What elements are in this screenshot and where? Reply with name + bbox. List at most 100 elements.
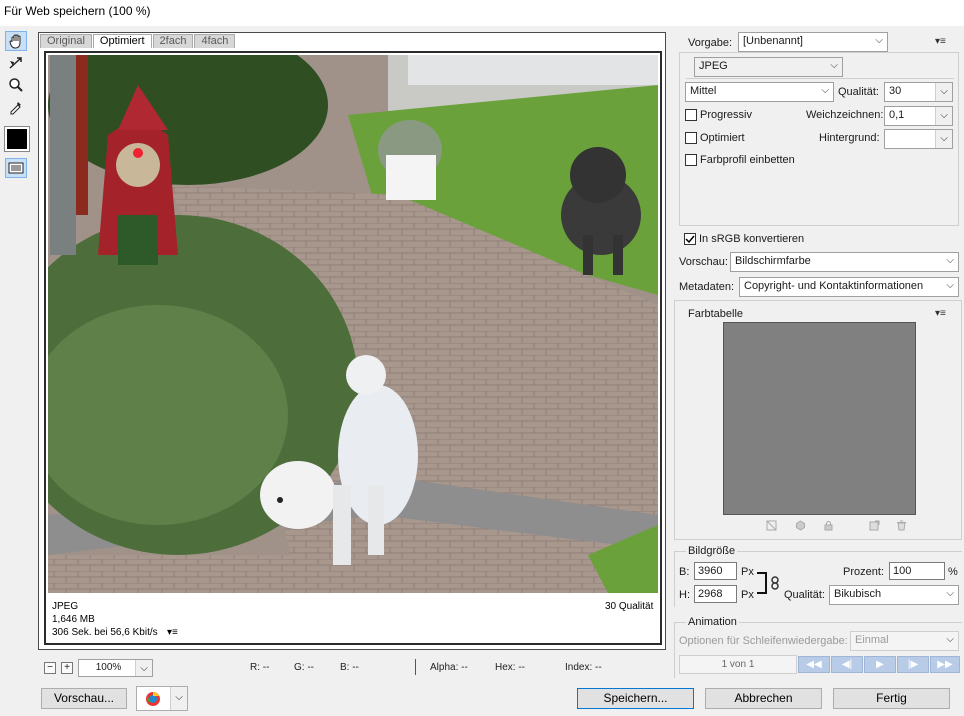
browser-select[interactable]: ⌵ [136,686,188,711]
tab-original[interactable]: Original [40,34,92,48]
done-button[interactable]: Fertig [833,688,950,709]
chevron-down-icon: ⌵ [935,83,952,101]
chevron-down-icon: ⌵ [946,280,954,291]
zoom-out-button[interactable]: − [44,662,56,674]
zoom-tool-icon[interactable] [5,75,27,95]
preview-file-size: 1,646 MB [52,614,95,625]
tab-optimized[interactable]: Optimiert [92,34,152,48]
blur-value: 0,1 [889,109,905,121]
browser-icon [145,691,161,710]
preview-download-time: 306 Sek. bei 56,6 Kbit/s [52,627,158,638]
blur-combo[interactable]: 0,1 ⌵ [884,106,953,126]
preview-image[interactable] [48,55,658,593]
color-table-title: Farbtabelle [688,308,744,320]
chevron-down-icon: ⌵ [821,85,829,96]
embed-profile-label: Farbprofil einbetten [700,154,795,166]
readout-hex: Hex: -- [495,662,525,673]
percent-unit: % [948,566,958,578]
matte-label: Hintergrund: [819,132,880,144]
save-button[interactable]: Speichern... [577,688,694,709]
quality-value: 30 [889,85,902,97]
resample-quality-label: Qualität: [784,589,825,601]
cancel-button[interactable]: Abbrechen [705,688,822,709]
loop-options-value: Einmal [855,634,889,646]
width-input[interactable]: 3960 [694,562,737,580]
zoom-in-button[interactable]: + [61,662,73,674]
map-to-transparent-icon[interactable] [766,520,777,534]
first-frame-button[interactable]: ◀◀ [798,656,830,673]
metadata-select[interactable]: Copyright- und Kontaktinformationen ⌵ [739,277,959,297]
frame-counter: 1 von 1 [679,655,797,674]
next-frame-button[interactable]: |▶ [897,656,929,673]
preview-in-browser-button[interactable]: Vorschau... [41,688,127,709]
resample-quality-value: Bikubisch [834,588,882,600]
image-size-title: Bildgröße [686,545,738,557]
convert-srgb-checkbox[interactable] [684,233,696,245]
delete-color-icon[interactable] [896,520,907,534]
preset-label: Vorgabe: [688,37,733,49]
chevron-down-icon: ⌵ [135,660,152,676]
eyedropper-tool-icon[interactable] [5,97,27,117]
readout-g: G: -- [294,662,314,673]
preview-mode-select[interactable]: Bildschirmfarbe ⌵ [730,252,959,272]
preview-tabs: Original Optimiert 2fach 4fach [40,34,236,48]
previous-frame-button[interactable]: ◀| [831,656,863,673]
chevron-down-icon: ⌵ [946,255,954,266]
status-divider [415,659,416,675]
compression-value: Mittel [690,85,717,97]
checkmark-icon [685,235,695,244]
width-label: B: [679,566,690,578]
percent-label: Prozent: [843,566,884,578]
quality-combo[interactable]: 30 ⌵ [884,82,953,102]
readout-r: R: -- [250,662,270,673]
preview-format: JPEG [52,601,79,612]
readout-b: B: -- [340,662,359,673]
web-shift-icon[interactable] [795,520,806,534]
matte-combo[interactable]: ⌵ [884,129,953,149]
animation-title: Animation [686,616,739,628]
download-speed-menu-icon[interactable]: ▾≡ [167,627,178,638]
progressive-checkbox[interactable] [685,109,697,121]
format-value: JPEG [699,60,728,72]
format-select[interactable]: JPEG ⌵ [694,57,843,77]
zoom-level-select[interactable]: 100% ⌵ [78,659,153,677]
readout-alpha: Alpha: -- [430,662,468,673]
last-frame-button[interactable]: ▶▶ [930,656,960,673]
color-table-swatches[interactable] [723,322,916,515]
metadata-value: Copyright- und Kontaktinformationen [744,280,924,292]
chevron-down-icon: ⌵ [830,60,838,71]
slice-select-tool-icon[interactable] [5,53,27,73]
chevron-down-icon: ⌵ [946,634,954,645]
loop-options-label: Optionen für Schleifenwiedergabe: [679,635,848,647]
resample-quality-select[interactable]: Bikubisch ⌵ [829,585,959,605]
compression-select[interactable]: Mittel ⌵ [685,82,834,102]
tab-2up[interactable]: 2fach [152,34,194,48]
width-unit: Px [741,566,754,578]
color-table-menu-icon[interactable]: ▾≡ [935,308,946,319]
lock-color-icon[interactable] [823,520,834,534]
progressive-label: Progressiv [700,109,752,121]
preset-select[interactable]: [Unbenannt] ⌵ [738,32,888,52]
new-color-icon[interactable] [869,520,880,534]
preview-quality: 30 Qualität [605,601,654,612]
play-button[interactable]: ▶ [864,656,896,673]
zoom-level-value: 100% [95,662,122,673]
toggle-slices-icon[interactable] [5,158,27,178]
settings-menu-icon[interactable]: ▾≡ [935,36,946,47]
height-label: H: [679,589,690,601]
tab-4up[interactable]: 4fach [194,34,236,48]
eyedropper-color-swatch[interactable] [4,126,30,152]
blur-label: Weichzeichnen: [806,109,884,121]
height-input[interactable]: 2968 [694,585,737,603]
embed-profile-checkbox[interactable] [685,154,697,166]
percent-input[interactable]: 100 [889,562,945,580]
chain-link-icon[interactable] [770,576,780,593]
constrain-bracket [757,572,767,594]
preview-mode-value: Bildschirmfarbe [735,255,811,267]
height-unit: Px [741,589,754,601]
chevron-down-icon: ⌵ [875,35,883,46]
loop-options-select[interactable]: Einmal ⌵ [850,631,959,651]
quality-label: Qualität: [838,86,879,98]
optimized-checkbox[interactable] [685,132,697,144]
hand-tool-icon[interactable] [5,31,27,51]
